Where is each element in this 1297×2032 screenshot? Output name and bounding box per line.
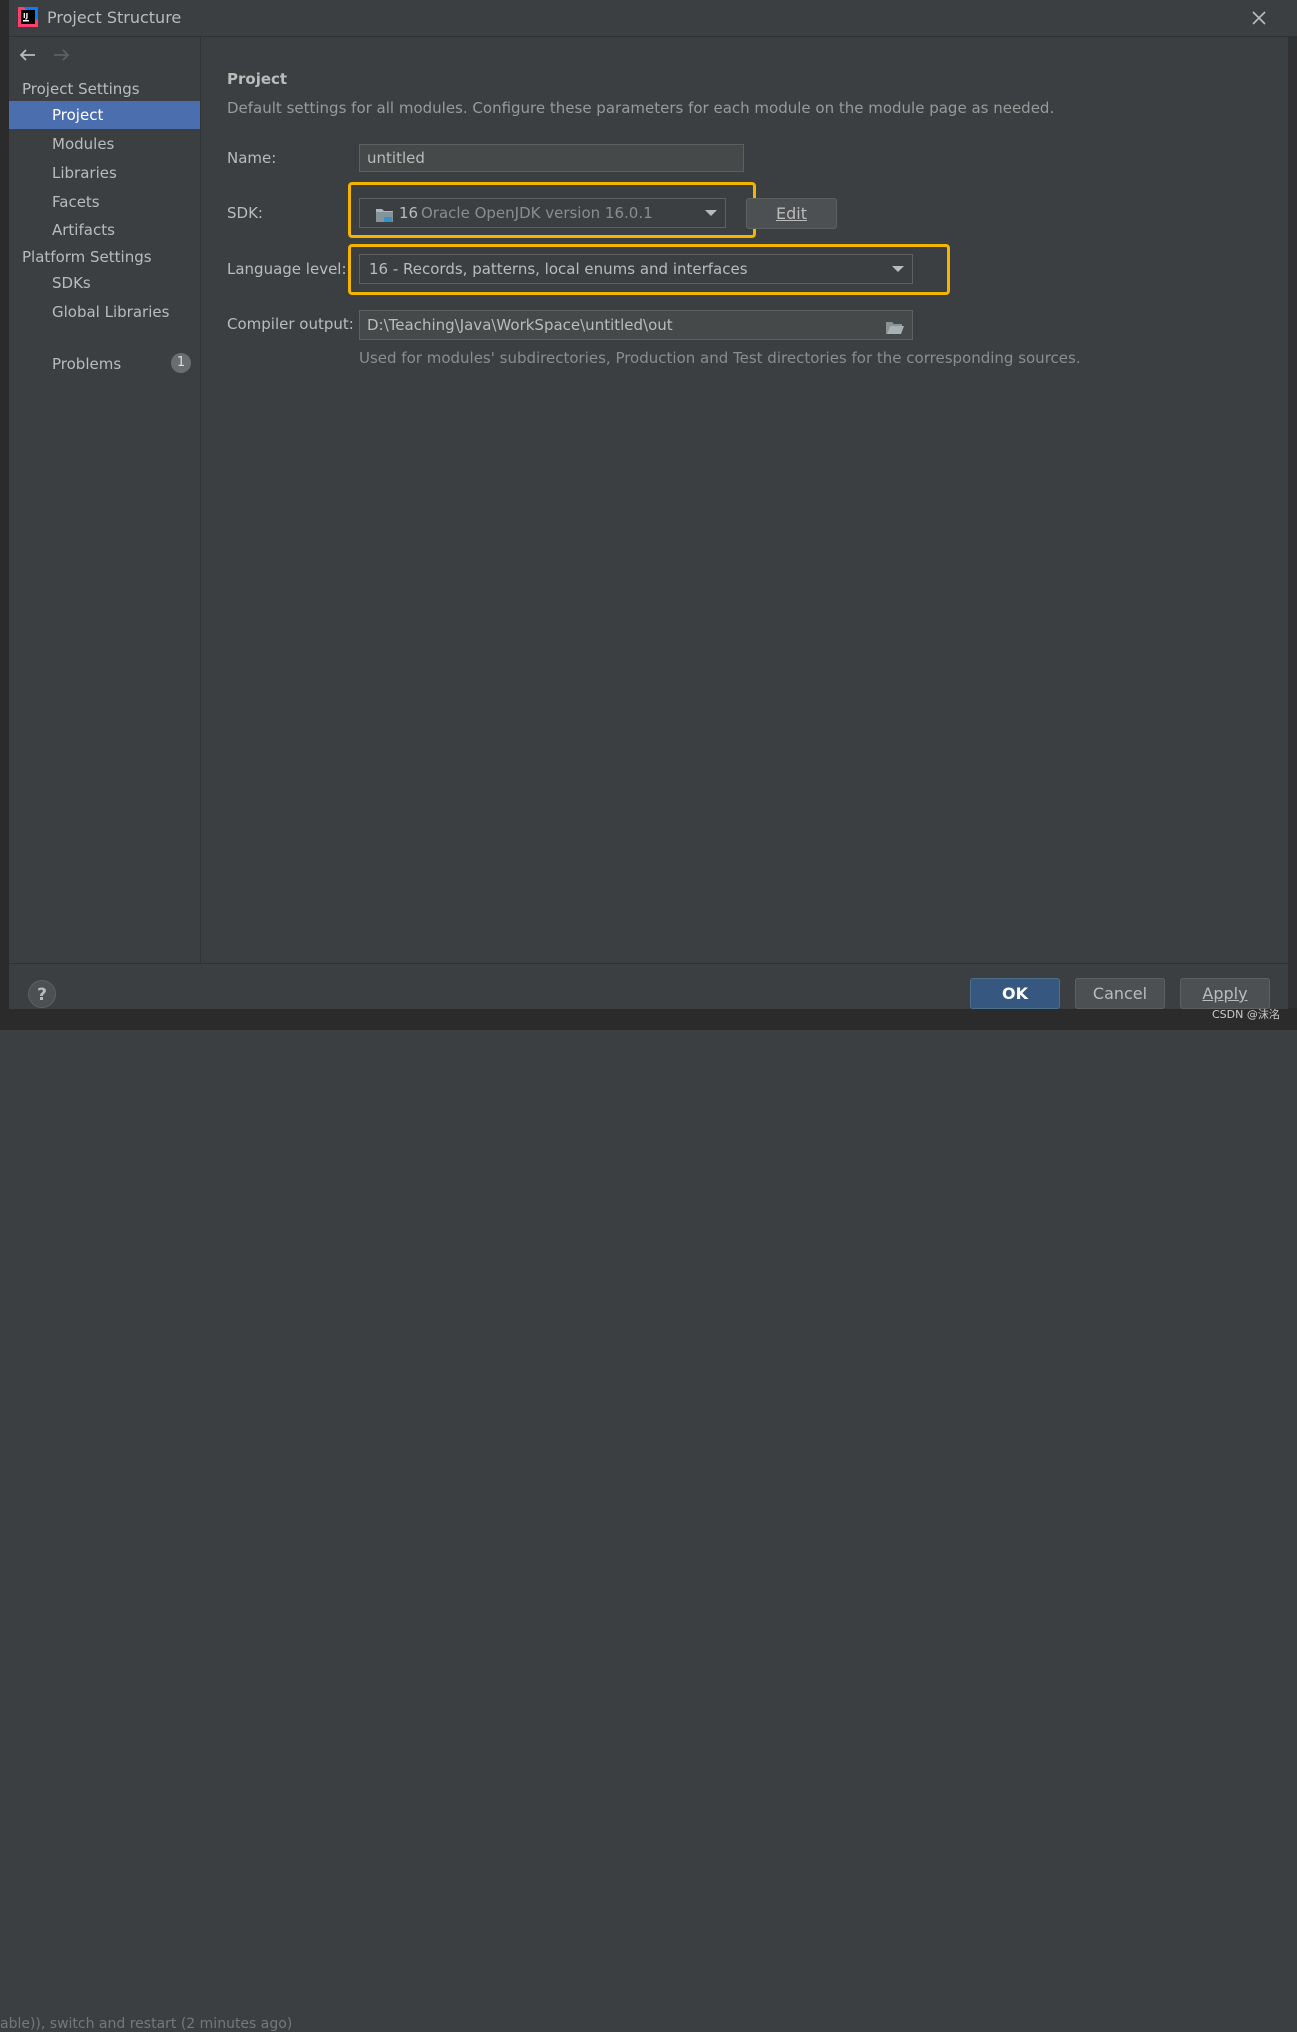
compiler-output-label: Compiler output: bbox=[227, 315, 354, 333]
cancel-button[interactable]: Cancel bbox=[1075, 978, 1165, 1009]
sidebar-item-facets[interactable]: Facets bbox=[9, 188, 200, 216]
ide-status-strip: able)), switch and restart (2 minutes ag… bbox=[0, 1008, 1297, 2032]
svg-text:IJ: IJ bbox=[23, 12, 28, 20]
project-structure-dialog: IJ Project Structure Project Settings Pr… bbox=[9, 0, 1288, 1009]
sidebar-item-label: SDKs bbox=[52, 274, 91, 292]
sidebar-item-label: Facets bbox=[52, 193, 100, 211]
sidebar-item-label: Artifacts bbox=[52, 221, 115, 239]
sidebar-item-label: Libraries bbox=[52, 164, 117, 182]
chevron-down-icon bbox=[892, 266, 904, 272]
compiler-output-hint: Used for modules' subdirectories, Produc… bbox=[359, 349, 1081, 367]
sdk-folder-icon bbox=[375, 205, 395, 233]
page-title: Project bbox=[227, 70, 288, 88]
sidebar-item-libraries[interactable]: Libraries bbox=[9, 159, 200, 187]
language-level-dropdown[interactable]: 16 - Records, patterns, local enums and … bbox=[359, 254, 913, 284]
watermark: CSDN @沫洺 bbox=[1212, 1008, 1280, 1021]
window-title: Project Structure bbox=[47, 8, 182, 27]
sidebar-item-label: Modules bbox=[52, 135, 115, 153]
edit-sdk-button[interactable]: Edit bbox=[746, 198, 837, 229]
intellij-app-icon: IJ bbox=[18, 7, 38, 27]
compiler-output-input[interactable]: D:\Teaching\Java\WorkSpace\untitled\out bbox=[359, 310, 913, 340]
help-button[interactable]: ? bbox=[28, 980, 56, 1008]
sdk-version-text: Oracle OpenJDK version 16.0.1 bbox=[421, 204, 653, 222]
sidebar-item-global-libraries[interactable]: Global Libraries bbox=[9, 298, 200, 326]
ok-button[interactable]: OK bbox=[970, 978, 1060, 1009]
dialog-footer: ? OK Cancel Apply bbox=[9, 963, 1288, 1009]
page-description: Default settings for all modules. Config… bbox=[227, 99, 1055, 117]
compiler-output-value: D:\Teaching\Java\WorkSpace\untitled\out bbox=[367, 316, 673, 334]
sidebar-item-label: Problems bbox=[52, 355, 122, 373]
sidebar-item-modules[interactable]: Modules bbox=[9, 130, 200, 158]
language-level-label: Language level: bbox=[227, 260, 347, 278]
sdk-label: SDK: bbox=[227, 204, 263, 222]
sidebar-item-label: Project bbox=[52, 106, 104, 124]
chevron-down-icon bbox=[705, 210, 717, 216]
ide-background-left bbox=[0, 0, 9, 1030]
close-icon[interactable] bbox=[1247, 6, 1271, 30]
forward-arrow-icon[interactable] bbox=[51, 45, 71, 70]
project-settings-header: Project Settings bbox=[22, 80, 140, 98]
title-bar: IJ Project Structure bbox=[9, 0, 1288, 37]
sdk-dropdown[interactable]: 16 Oracle OpenJDK version 16.0.1 bbox=[359, 198, 726, 228]
apply-button-label: Apply bbox=[1202, 984, 1248, 1003]
sidebar-item-project[interactable]: Project bbox=[9, 101, 200, 129]
problems-count-badge: 1 bbox=[171, 353, 191, 373]
sdk-version-number: 16 bbox=[399, 204, 419, 222]
back-arrow-icon[interactable] bbox=[18, 45, 38, 70]
language-level-value: 16 - Records, patterns, local enums and … bbox=[369, 260, 748, 278]
edit-button-label: Edit bbox=[776, 204, 807, 223]
folder-open-icon[interactable] bbox=[885, 317, 905, 345]
sidebar-item-sdks[interactable]: SDKs bbox=[9, 269, 200, 297]
sidebar-item-label: Global Libraries bbox=[52, 303, 170, 321]
background-status-text: able)), switch and restart (2 minutes ag… bbox=[0, 2016, 293, 2032]
project-name-input[interactable]: untitled bbox=[359, 144, 744, 172]
apply-button[interactable]: Apply bbox=[1180, 978, 1270, 1009]
name-label: Name: bbox=[227, 149, 277, 167]
sidebar: Project Settings Project Modules Librari… bbox=[9, 37, 201, 963]
ide-background-right bbox=[1287, 36, 1297, 1030]
sidebar-item-artifacts[interactable]: Artifacts bbox=[9, 216, 200, 244]
main-panel: Project Default settings for all modules… bbox=[201, 37, 1288, 963]
platform-settings-header: Platform Settings bbox=[22, 248, 152, 266]
